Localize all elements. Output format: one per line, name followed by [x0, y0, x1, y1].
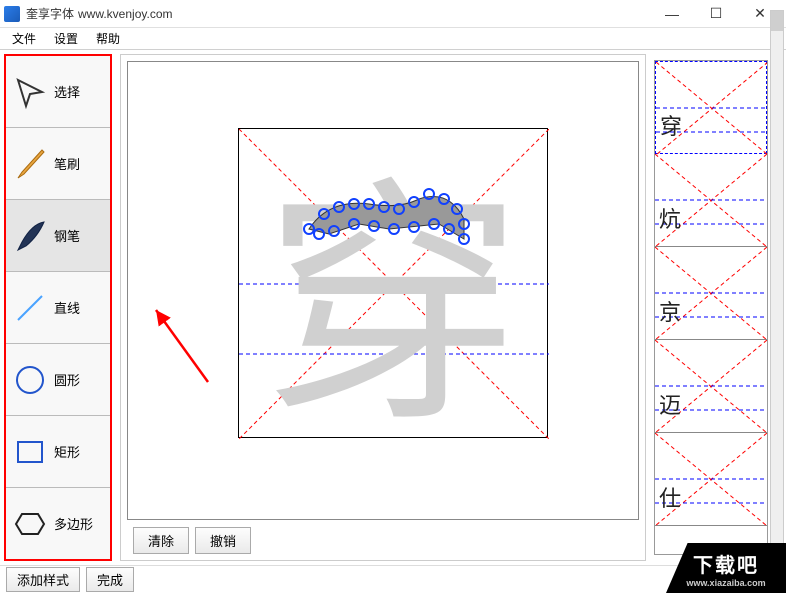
maximize-button[interactable]: ☐ [694, 0, 738, 28]
tool-line-label: 直线 [54, 298, 80, 317]
rect-icon [10, 432, 50, 472]
tool-rect-label: 矩形 [54, 442, 80, 461]
tool-palette: 选择 笔刷 钢笔 直线 圆形 [4, 54, 112, 561]
glyph-char: 炕 [659, 202, 681, 234]
tool-brush[interactable]: 笔刷 [6, 128, 110, 200]
glyph-item[interactable]: 穿 [655, 61, 767, 154]
stroke-editing-layer[interactable] [239, 129, 549, 439]
scrollbar-thumb[interactable] [771, 11, 783, 31]
tool-pen[interactable]: 钢笔 [6, 200, 110, 272]
app-url: www.kvenjoy.com [78, 7, 172, 21]
glyph-list: 穿 炕 京 迈 [654, 60, 768, 555]
tool-line[interactable]: 直线 [6, 272, 110, 344]
tool-pen-label: 钢笔 [54, 226, 80, 245]
main-area: 选择 笔刷 钢笔 直线 圆形 [0, 50, 786, 565]
minimize-button[interactable]: — [650, 0, 694, 28]
glyph-char: 仕 [659, 481, 681, 513]
menu-settings[interactable]: 设置 [46, 28, 86, 49]
glyph-item[interactable]: 迈 [655, 340, 767, 433]
window-controls: — ☐ ✕ [650, 0, 782, 28]
app-icon [4, 6, 20, 22]
polygon-icon [10, 504, 50, 544]
pen-icon [10, 216, 50, 256]
brush-icon [10, 144, 50, 184]
tool-polygon-label: 多边形 [54, 514, 93, 533]
menu-file[interactable]: 文件 [4, 28, 44, 49]
tool-select[interactable]: 选择 [6, 56, 110, 128]
undo-button[interactable]: 撤销 [195, 527, 251, 554]
circle-icon [10, 360, 50, 400]
line-icon [10, 288, 50, 328]
tool-polygon[interactable]: 多边形 [6, 488, 110, 559]
app-title: 奎享字体 [26, 5, 74, 22]
menu-bar: 文件 设置 帮助 [0, 28, 786, 50]
annotation-arrow-icon [148, 302, 218, 392]
glyph-char: 京 [659, 295, 681, 327]
canvas-toolbar: 清除 撤销 [133, 527, 251, 554]
glyph-item[interactable]: 仕 [655, 433, 767, 526]
glyph-char: 迈 [659, 388, 681, 420]
tool-rect[interactable]: 矩形 [6, 416, 110, 488]
glyph-scrollbar[interactable] [770, 10, 784, 553]
clear-button[interactable]: 清除 [133, 527, 189, 554]
watermark-text: 下载吧 [693, 549, 759, 578]
glyph-item[interactable]: 炕 [655, 154, 767, 247]
tool-circle-label: 圆形 [54, 370, 80, 389]
canvas[interactable]: 穿 [127, 61, 639, 520]
tool-select-label: 选择 [54, 82, 80, 101]
character-editor[interactable]: 穿 [238, 128, 548, 438]
finish-button[interactable]: 完成 [86, 567, 134, 592]
title-bar: 奎享字体 www.kvenjoy.com — ☐ ✕ [0, 0, 786, 28]
glyph-char: 穿 [660, 109, 682, 141]
watermark-url: www.xiazaiba.com [686, 578, 765, 588]
tool-brush-label: 笔刷 [54, 154, 80, 173]
menu-help[interactable]: 帮助 [88, 28, 128, 49]
tool-circle[interactable]: 圆形 [6, 344, 110, 416]
glyph-item[interactable]: 京 [655, 247, 767, 340]
cursor-icon [10, 72, 50, 112]
canvas-panel: 穿 清除 撤销 [120, 54, 646, 561]
add-style-button[interactable]: 添加样式 [6, 567, 80, 592]
